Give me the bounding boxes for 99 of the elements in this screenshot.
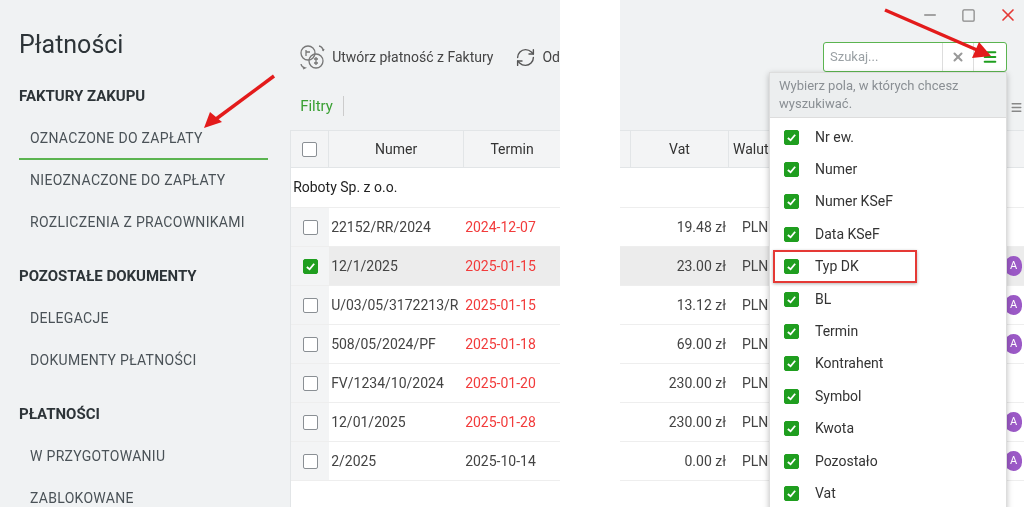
menu-option[interactable]: Nr ew. [773,120,917,154]
sidebar-item[interactable]: ROZLICZENIA Z PRACOWNIKAMI [19,202,272,244]
page-title: Płatności [19,29,125,61]
refresh-icon [515,46,537,68]
table-cell-text: PLN [741,217,769,237]
menu-option[interactable]: Data KSeF [773,217,917,251]
table-cell-text: 22152/RR/2024 [330,217,432,237]
option-checkbox[interactable] [784,194,799,210]
column-header[interactable]: Walut [729,131,769,167]
menu-option[interactable]: Numer KSeF [773,185,917,219]
check-icon [786,228,797,240]
menu-option[interactable]: Typ DK [773,250,917,284]
option-checkbox[interactable] [784,453,799,469]
check-icon [786,326,797,338]
table-cell-text: 2025-01-20 [464,373,536,393]
table-cell-text: PLN [741,451,769,471]
check-icon [786,488,797,499]
table-cell-text: 508/05/2024/PF [330,334,437,354]
check-icon [786,164,797,176]
row-checkbox[interactable] [302,219,318,235]
table-cell-text: 2025-01-15 [464,295,536,315]
menu-hint: Wybierz pola, w których chcesz wyszukiwać. [770,73,1006,118]
option-checkbox[interactable] [784,291,799,307]
table-cell-text: 2/2025 [330,451,378,471]
section-heading: PŁATNOŚCI [19,404,100,425]
select-all-checkbox[interactable] [302,141,318,157]
sidebar-item[interactable]: DOKUMENTY PŁATNOŚCI [19,340,272,382]
table-cell-text: PLN [741,412,769,432]
option-checkbox[interactable] [784,226,799,242]
option-checkbox[interactable] [784,486,799,501]
table-cell-text: 2024-12-07 [464,217,536,237]
menu-option[interactable]: Termin [773,315,917,349]
table-cell-text: 23.00 zł [675,256,726,276]
option-checkbox[interactable] [784,388,799,404]
table-cell-text: FV/1234/10/2024 [330,373,445,393]
menu-option[interactable]: Kontrahent [773,347,917,381]
row-checkbox[interactable] [302,258,318,274]
column-header[interactable]: Numer [329,131,465,167]
check-icon [786,390,797,402]
refresh-button[interactable]: Od [515,46,560,68]
sidebar-item[interactable]: ZABLOKOWANE [19,478,272,507]
check-icon [786,358,797,370]
option-checkbox[interactable] [784,162,799,178]
section-heading: FAKTURY ZAKUPU [19,86,146,107]
table-cell-text: U/03/05/3172213/R [330,295,460,315]
menu-icon [982,49,998,65]
check-icon [786,196,797,208]
sidebar-item[interactable]: NIEOZNACZONE DO ZAPŁATY [19,160,272,202]
group-label: Roboty Sp. z o.o. [293,178,398,197]
check-icon [786,293,797,305]
table-cell-text: PLN [741,295,769,315]
table-cell-text: 2025-01-15 [464,256,536,276]
table-cell-text: 2025-01-18 [464,334,536,354]
table-cell-text: 19.48 zł [675,217,726,237]
table-cell-text: 0.00 zł [683,451,726,471]
row-checkbox[interactable] [302,375,318,391]
table-cell-text: 230.00 zł [667,412,726,432]
check-icon [786,261,797,273]
maximize-icon[interactable] [961,7,976,23]
option-checkbox[interactable] [784,421,799,437]
menu-option[interactable]: Vat [773,477,917,507]
table-cell-text: 2025-10-14 [464,451,536,471]
row-checkbox[interactable] [302,297,318,313]
column-header[interactable]: Vat [631,131,729,167]
row-checkbox[interactable] [302,453,318,469]
table-cell-text: 69.00 zł [675,334,726,354]
close-icon [951,50,965,64]
row-checkbox[interactable] [302,336,318,352]
menu-option[interactable]: Kwota [773,412,917,446]
table-cell-text: PLN [741,256,769,276]
sidebar-item[interactable]: DELEGACJE [19,298,272,340]
option-checkbox[interactable] [784,324,799,340]
check-icon [786,455,797,467]
section-heading: POZOSTAŁE DOKUMENTY [19,266,197,287]
menu-option[interactable]: Pozostało [773,444,917,478]
table-cell-text: 13.12 zł [675,295,726,315]
table-cell-text: PLN [741,334,769,354]
option-checkbox[interactable] [784,259,799,275]
coins-exchange-icon [298,43,327,71]
table-cell-text: 12/01/2025 [330,412,407,432]
table-cell-text: 230.00 zł [667,373,726,393]
check-icon [786,423,797,435]
menu-option[interactable]: BL [773,282,917,316]
menu-option[interactable]: Symbol [773,379,917,413]
sidebar-item[interactable]: W PRZYGOTOWANIU [19,436,272,478]
option-checkbox[interactable] [784,356,799,372]
check-icon [786,131,797,143]
table-cell-text: 2025-01-28 [464,412,536,432]
search-input[interactable]: Szukaj... [824,43,942,71]
check-icon [304,260,316,272]
search-field[interactable]: Szukaj... [823,42,1007,72]
create-payment-button[interactable]: Utwórz płatność z Faktury [298,43,494,71]
table-cell-text: PLN [741,373,769,393]
column-header[interactable]: Termin [464,131,560,167]
table-cell-text: 12/1/2025 [330,256,399,276]
option-checkbox[interactable] [784,129,799,145]
row-checkbox[interactable] [302,414,318,430]
menu-icon[interactable] [1010,101,1023,114]
menu-option[interactable]: Numer [773,153,917,187]
